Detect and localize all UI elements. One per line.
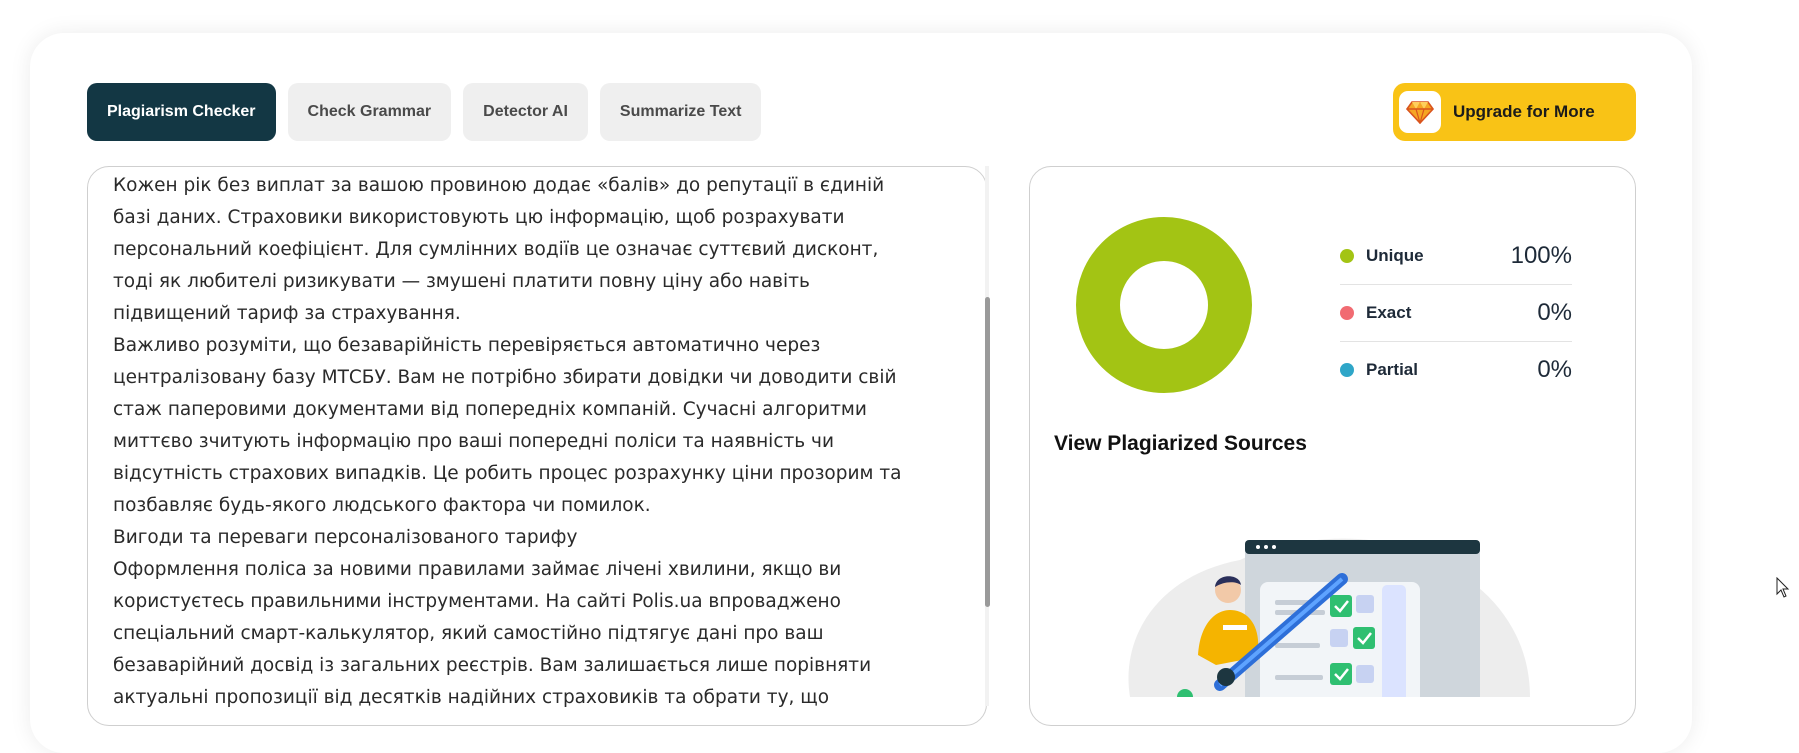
editor-line: спеціальний смарт-калькулятор, який само…	[113, 623, 824, 644]
donut-unique-segment	[1076, 217, 1252, 393]
stat-label-exact: Exact	[1366, 303, 1412, 322]
editor-line: базі даних. Страховики використовують цю…	[113, 207, 845, 228]
tab-plagiarism-checker[interactable]: Plagiarism Checker	[87, 83, 276, 141]
uniqueness-donut-chart	[1076, 217, 1252, 393]
editor-line: користуєтесь правильними інструментами. …	[113, 591, 841, 612]
editor-text[interactable]: Кожен рік без виплат за вашою провиною д…	[113, 170, 963, 714]
editor-line: безаварійний досвід із загальних реєстрі…	[113, 655, 872, 676]
editor-line: миттєво зчитують інформацію про ваші поп…	[113, 431, 835, 452]
editor-line: актуальні пропозиції від десятків надійн…	[113, 687, 830, 708]
upgrade-button[interactable]: Upgrade for More	[1393, 83, 1636, 141]
diamond-icon	[1399, 91, 1441, 133]
stat-label-partial: Partial	[1366, 360, 1418, 379]
tab-detector-ai[interactable]: Detector AI	[463, 83, 588, 141]
view-plagiarized-sources-link[interactable]: View Plagiarized Sources	[1054, 432, 1307, 456]
editor-line: тоді як любителі ризикувати — змушені пл…	[113, 271, 810, 292]
stat-value-exact: 0%	[1537, 299, 1572, 326]
stat-value-partial: 0%	[1537, 356, 1572, 383]
editor-line: персональний коефіцієнт. Для сумлінних в…	[113, 239, 879, 260]
editor-line: централізовану базу МТСБУ. Вам не потріб…	[113, 367, 897, 388]
editor-line: Важливо розуміти, що безаварійність пере…	[113, 335, 821, 356]
results-stats: Unique 100% Exact 0% Partial 0%	[1340, 228, 1572, 398]
editor-line: підвищений тариф за страхування.	[113, 303, 461, 324]
stat-row-partial: Partial 0%	[1340, 342, 1572, 398]
exact-dot-icon	[1340, 306, 1354, 320]
mouse-cursor-icon	[1776, 577, 1790, 598]
editor-line: Вигоди та переваги персоналізованого тар…	[113, 527, 578, 548]
checklist-illustration	[1128, 538, 1530, 697]
stat-label-unique: Unique	[1366, 246, 1424, 265]
upgrade-label: Upgrade for More	[1453, 102, 1595, 121]
stat-row-exact: Exact 0%	[1340, 285, 1572, 342]
editor-line: стаж паперовими документами від попередн…	[113, 399, 867, 420]
stat-row-unique: Unique 100%	[1340, 228, 1572, 285]
editor-line: відсутність страхових випадків. Це робит…	[113, 463, 902, 484]
tool-tabs: Plagiarism Checker Check Grammar Detecto…	[87, 83, 762, 141]
unique-dot-icon	[1340, 249, 1354, 263]
text-editor[interactable]: Кожен рік без виплат за вашою провиною д…	[87, 166, 987, 726]
tab-check-grammar[interactable]: Check Grammar	[287, 83, 452, 141]
partial-dot-icon	[1340, 363, 1354, 377]
editor-line: позбавляє будь-якого людського фактора ч…	[113, 495, 651, 516]
tab-summarize-text[interactable]: Summarize Text	[599, 83, 762, 141]
editor-line: Кожен рік без виплат за вашою провиною д…	[113, 175, 885, 196]
editor-line: Оформлення поліса за новими правилами за…	[113, 559, 842, 580]
stat-value-unique: 100%	[1510, 242, 1572, 269]
editor-scrollbar-thumb[interactable]	[985, 297, 990, 607]
